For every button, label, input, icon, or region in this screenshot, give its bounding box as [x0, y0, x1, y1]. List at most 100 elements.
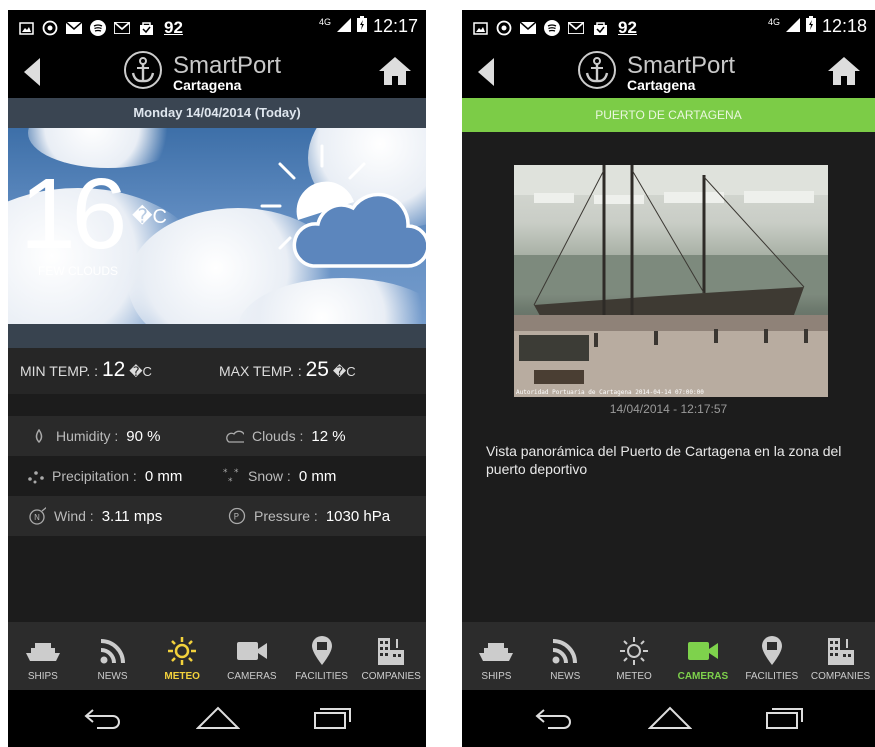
recents-icon — [314, 708, 351, 729]
weather-details: Humidity : 90 % Clouds : 12 % Precipitatio… — [8, 416, 426, 536]
network-type: 4G — [318, 16, 331, 27]
rss-icon — [95, 636, 131, 666]
notification-badge: 92 — [164, 18, 183, 37]
tab-cameras-label: CAMERAS — [227, 671, 277, 682]
notification-icons: 92 — [18, 18, 183, 38]
anchor-icon — [123, 50, 163, 95]
min-temp-value: 12 — [101, 358, 126, 381]
ship-icon — [478, 636, 514, 666]
app-logo: SmartPort Cartagena — [577, 50, 735, 95]
webcam-image[interactable]: Autoridad Portuaria de Cartagena 2014-04… — [514, 165, 828, 397]
gallery-icon — [18, 20, 34, 36]
tab-ships-label: SHIPS — [27, 671, 58, 682]
webcam-stamp: Autoridad Portuaria de Cartagena 2014-04… — [516, 389, 704, 396]
tab-news-label: NEWS — [550, 671, 581, 682]
weather-shade — [8, 324, 426, 348]
svg-text:*: * — [228, 477, 233, 485]
status-indicators: 4G 12:17 — [319, 16, 418, 37]
tab-ships-label: SHIPS — [481, 671, 512, 682]
home-button[interactable] — [827, 56, 861, 86]
tab-facilities[interactable]: FACILITIES — [737, 622, 806, 690]
tab-cameras-label: CAMERAS — [677, 671, 729, 682]
tab-news[interactable]: NEWS — [531, 622, 600, 690]
humidity-label: Humidity : — [56, 428, 119, 444]
weather-condition: FEW CLOUDS — [38, 264, 119, 278]
max-temp-unit: �C — [332, 364, 356, 379]
bag-icon — [592, 20, 608, 36]
current-temperature: 16 — [20, 158, 127, 270]
wind-value: 3.11 mps — [101, 507, 163, 525]
nav-home-button[interactable] — [647, 704, 693, 730]
signal-icon — [785, 16, 800, 37]
bag-icon — [138, 20, 154, 36]
app-header: SmartPort Cartagena — [8, 44, 426, 98]
detail-row: Humidity : 90 % Clouds : 12 % — [8, 416, 426, 456]
whatsapp-icon — [42, 20, 58, 36]
app-header: SmartPort Cartagena — [462, 44, 875, 98]
date-banner: Monday 14/04/2014 (Today) — [8, 98, 426, 128]
building-icon — [823, 636, 859, 666]
app-subtitle: Cartagena — [173, 76, 242, 93]
tab-companies-label: COMPANIES — [810, 671, 871, 682]
webcam-description: Vista panorámica del Puerto de Cartagena… — [486, 443, 842, 477]
status-bar: 92 4G 12:17 — [8, 10, 426, 44]
nav-back-button[interactable] — [534, 704, 574, 730]
tab-companies[interactable]: COMPANIES — [356, 622, 426, 690]
tab-cameras[interactable]: CAMERAS — [217, 622, 287, 690]
tab-meteo-label: METEO — [164, 671, 200, 682]
clouds-label: Clouds : — [252, 428, 304, 444]
nav-recents-button[interactable] — [764, 704, 804, 730]
network-type: 4G — [767, 16, 780, 27]
nav-recents-button[interactable] — [312, 704, 352, 730]
tab-facilities-label: FACILITIES — [745, 671, 799, 682]
sun-icon — [164, 636, 200, 666]
pressure: P Pressure : 1030 hPa — [228, 507, 390, 525]
back-button[interactable] — [478, 58, 494, 86]
tab-news-label: NEWS — [97, 671, 128, 682]
app-title: SmartPort — [627, 51, 736, 79]
precipitation-label: Precipitation : — [52, 468, 137, 484]
spotify-icon — [90, 20, 106, 36]
home-button[interactable] — [378, 56, 412, 86]
drop-icon — [30, 427, 48, 445]
harbor-photo — [514, 165, 828, 397]
building-icon — [373, 636, 409, 666]
nav-back-button[interactable] — [83, 704, 123, 730]
home-icon — [379, 57, 411, 85]
tab-news[interactable]: NEWS — [78, 622, 148, 690]
detail-row: N Wind : 3.11 mps P Pressure : 1030 hPa — [8, 496, 426, 536]
cloud-icon — [226, 427, 244, 445]
back-arrow-icon — [84, 709, 120, 729]
tab-ships[interactable]: SHIPS — [8, 622, 78, 690]
map-pin-icon — [754, 636, 790, 666]
system-nav-bar — [8, 690, 426, 747]
rain-icon — [26, 467, 44, 485]
clock: 12:17 — [372, 16, 418, 36]
clouds-value: 12 % — [311, 427, 346, 445]
recents-icon — [766, 708, 803, 729]
clock: 12:18 — [821, 16, 867, 36]
nav-home-button[interactable] — [195, 704, 241, 730]
humidity: Humidity : 90 % — [30, 427, 160, 445]
humidity-value: 90 % — [126, 427, 161, 445]
tab-ships[interactable]: SHIPS — [462, 622, 531, 690]
mail-icon — [66, 20, 82, 36]
status-bar: 92 4G 12:18 — [462, 10, 875, 44]
video-camera-icon — [685, 636, 721, 666]
tab-meteo[interactable]: METEO — [600, 622, 669, 690]
tab-companies[interactable]: COMPANIES — [806, 622, 875, 690]
tab-facilities[interactable]: FACILITIES — [287, 622, 357, 690]
status-indicators: 4G 12:18 — [768, 16, 867, 37]
bottom-tab-bar: SHIPS NEWS METEO CAMERAS FACILITIES COMP… — [8, 622, 426, 690]
webcam-timestamp: 14/04/2014 - 12:17:57 — [609, 402, 728, 416]
tab-meteo[interactable]: METEO — [147, 622, 217, 690]
camera-location-banner: PUERTO DE CARTAGENA — [462, 98, 875, 132]
system-nav-bar — [462, 690, 875, 747]
max-temp: MAX TEMP. : 25 �C — [219, 358, 356, 382]
tab-cameras[interactable]: CAMERAS — [668, 622, 737, 690]
battery-icon — [356, 16, 367, 37]
svg-text:P: P — [234, 513, 240, 523]
svg-text:*: * — [234, 468, 239, 478]
back-button[interactable] — [24, 58, 40, 86]
snow-label: Snow : — [248, 468, 291, 484]
